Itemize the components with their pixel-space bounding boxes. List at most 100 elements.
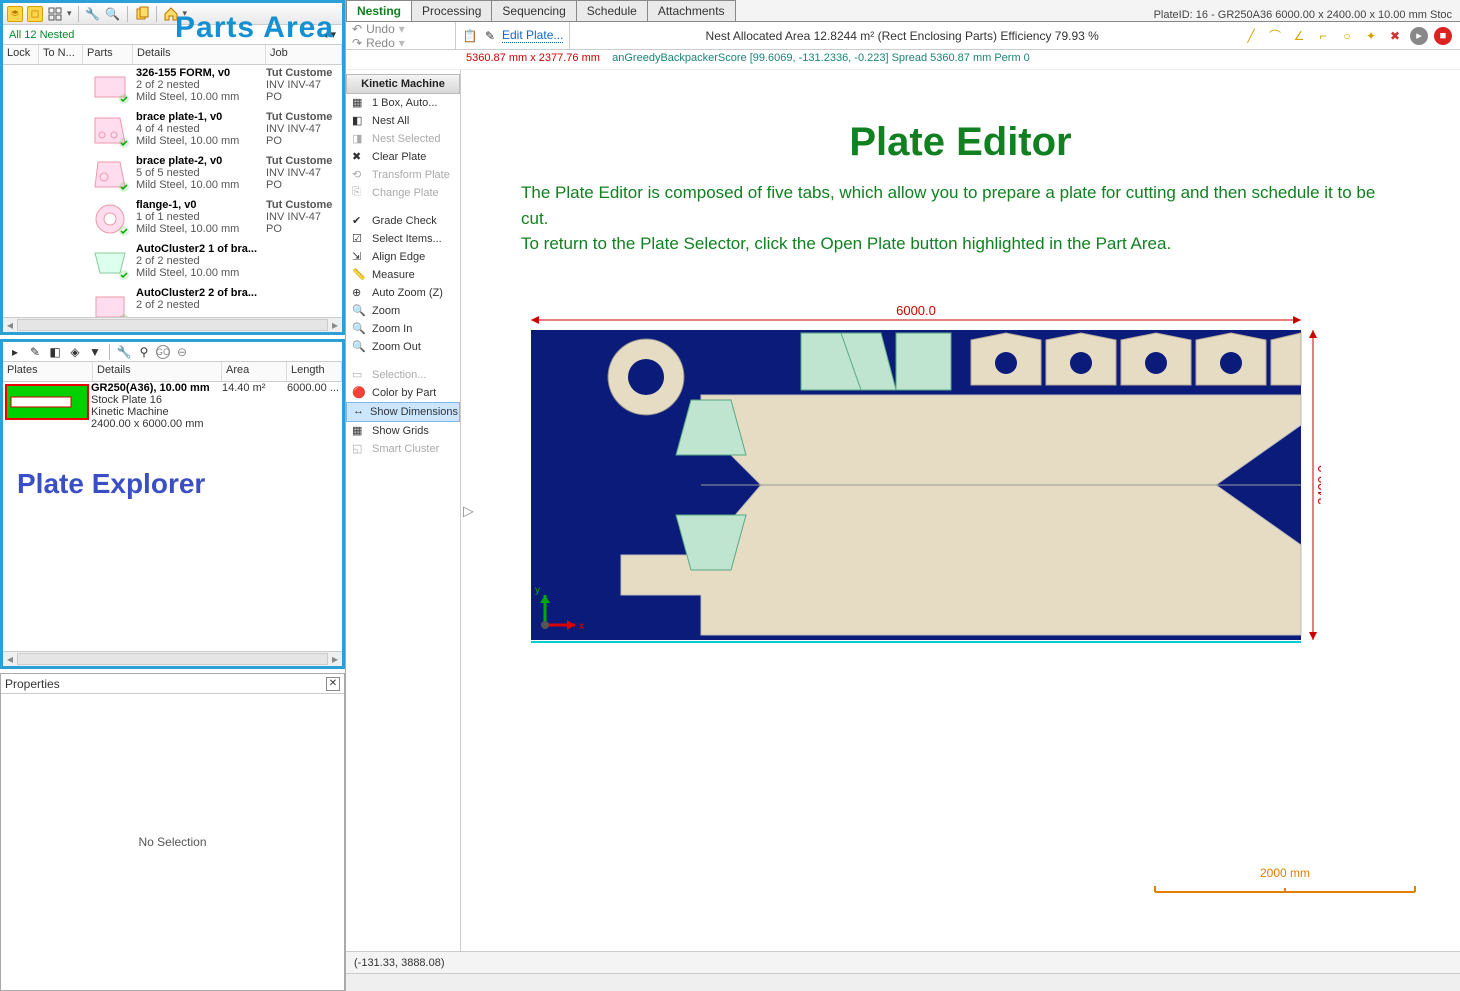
tool-show-dimensions[interactable]: ↔Show Dimensions <box>346 402 460 422</box>
part-thumb <box>87 287 132 317</box>
tab-attachments[interactable]: Attachments <box>647 0 736 21</box>
pencil-icon[interactable]: ✎ <box>27 344 43 360</box>
circle-tool-icon[interactable]: ○ <box>1338 27 1356 45</box>
cursor-coords: (-131.33, 3888.08) <box>354 957 445 969</box>
part-details: flange-1, v01 of 1 nestedMild Steel, 10.… <box>136 199 266 239</box>
expand-icon[interactable]: ▸ <box>7 344 23 360</box>
tool-auto-zoom-z[interactable]: ⊕Auto Zoom (Z) <box>346 284 460 302</box>
col-lock[interactable]: Lock <box>3 45 39 64</box>
edit-plate-button[interactable]: 📋 ✎ Edit Plate... <box>456 22 570 49</box>
shapes-icon[interactable]: ◧ <box>47 344 63 360</box>
col-length[interactable]: Length <box>287 362 342 381</box>
list-item[interactable]: brace plate-1, v04 of 4 nestedMild Steel… <box>3 109 342 153</box>
tool-icon: ⊕ <box>352 286 366 300</box>
properties-body: No Selection <box>1 694 344 990</box>
stop-button[interactable]: ■ <box>1434 27 1452 45</box>
tool-measure[interactable]: 📏Measure <box>346 266 460 284</box>
plate-list[interactable]: GR250(A36), 10.00 mm Stock Plate 16 Kine… <box>3 382 342 651</box>
properties-title: Properties <box>5 677 60 691</box>
col-area[interactable]: Area <box>222 362 287 381</box>
tool-icon: ☑ <box>352 232 366 246</box>
tool-icon: ▦ <box>352 424 366 438</box>
angle-tool-icon[interactable]: ∠ <box>1290 27 1308 45</box>
tool-icon: ▭ <box>352 368 366 382</box>
undo-button[interactable]: ↶Undo ▾ <box>352 22 449 36</box>
tool-1-box-auto[interactable]: ▦1 Box, Auto... <box>346 94 460 112</box>
filter-icon[interactable]: ▼ <box>87 344 103 360</box>
go-icon[interactable]: GO <box>156 345 170 359</box>
part-job: Tut CustomeINV INV-47PO <box>266 155 342 195</box>
tool-clear-plate[interactable]: ✖Clear Plate <box>346 148 460 166</box>
list-item[interactable]: 326-155 FORM, v02 of 2 nestedMild Steel,… <box>3 65 342 109</box>
tool-color-by-part[interactable]: 🔴Color by Part <box>346 384 460 402</box>
tab-sequencing[interactable]: Sequencing <box>491 0 576 21</box>
part-thumb <box>87 67 132 107</box>
tab-schedule[interactable]: Schedule <box>576 0 648 21</box>
grid-icon[interactable] <box>47 6 63 22</box>
tool-show-grids[interactable]: ▦Show Grids <box>346 422 460 440</box>
layers-icon[interactable] <box>7 6 23 22</box>
corner-tool-icon[interactable]: ⌐ <box>1314 27 1332 45</box>
remove-icon[interactable]: ⊖ <box>174 344 190 360</box>
col-details[interactable]: Details <box>133 45 266 64</box>
editor-tabs: NestingProcessingSequencingScheduleAttac… <box>346 0 1460 22</box>
svg-text:x: x <box>579 621 584 632</box>
close-icon[interactable]: ✕ <box>326 677 340 691</box>
list-item[interactable]: AutoCluster2 1 of bra...2 of 2 nestedMil… <box>3 241 342 285</box>
part-details: brace plate-2, v05 of 5 nestedMild Steel… <box>136 155 266 195</box>
part-thumb <box>87 199 132 239</box>
plate-id-title: PlateID: 16 - GR250A36 6000.00 x 2400.00… <box>1146 9 1460 21</box>
collapse-arrow-icon[interactable]: ▷ <box>463 502 474 519</box>
tool-align-edge[interactable]: ⇲Align Edge <box>346 248 460 266</box>
tool-tree-header[interactable]: Kinetic Machine <box>346 74 460 94</box>
tool-grade-check[interactable]: ✔Grade Check <box>346 212 460 230</box>
tag-icon[interactable]: ◈ <box>67 344 83 360</box>
tool-zoom[interactable]: 🔍Zoom <box>346 302 460 320</box>
tool-zoom-out[interactable]: 🔍Zoom Out <box>346 338 460 356</box>
parts-area-panel: Parts Area ▾ 🔧 🔍 ▾ All 12 Nested ◂ ▾ <box>0 0 345 335</box>
line-tool-icon[interactable]: ╱ <box>1242 27 1260 45</box>
tool-nest-all[interactable]: ◧Nest All <box>346 112 460 130</box>
link-icon[interactable]: ⚲ <box>136 344 152 360</box>
col-ton[interactable]: To N... <box>39 45 83 64</box>
wrench-icon[interactable]: 🔧 <box>116 344 132 360</box>
plate-explorer-toolbar: ▸ ✎ ◧ ◈ ▼ 🔧 ⚲ GO ⊖ <box>3 342 342 362</box>
col-job[interactable]: Job <box>266 45 342 64</box>
col-plates[interactable]: Plates <box>3 362 93 381</box>
copy-icon[interactable] <box>134 6 150 22</box>
tab-processing[interactable]: Processing <box>411 0 492 21</box>
table-row[interactable]: GR250(A36), 10.00 mm Stock Plate 16 Kine… <box>3 382 342 430</box>
arc-tool-icon[interactable]: ⌒ <box>1266 27 1284 45</box>
list-item[interactable]: brace plate-2, v05 of 5 nestedMild Steel… <box>3 153 342 197</box>
part-thumb <box>87 243 132 283</box>
col-details[interactable]: Details <box>93 362 222 381</box>
tool-select-items[interactable]: ☑Select Items... <box>346 230 460 248</box>
tool-zoom-in[interactable]: 🔍Zoom In <box>346 320 460 338</box>
redo-button[interactable]: ↷Redo ▾ <box>352 36 449 50</box>
horizontal-scrollbar[interactable]: ◂▸ <box>3 317 342 332</box>
delete-tool-icon[interactable]: ✖ <box>1386 27 1404 45</box>
part-thumb <box>87 155 132 195</box>
col-parts[interactable]: Parts <box>83 45 133 64</box>
forward-button[interactable]: ▸ <box>1410 27 1428 45</box>
nest-info-label: Nest Allocated Area 12.8244 m² (Rect Enc… <box>570 29 1234 43</box>
point-tool-icon[interactable]: ✦ <box>1362 27 1380 45</box>
list-item[interactable]: AutoCluster2 2 of bra...2 of 2 nested <box>3 285 342 317</box>
wrench-icon[interactable]: 🔧 <box>85 6 101 22</box>
tool-icon: ⟲ <box>352 168 366 182</box>
bottom-scrollbar[interactable] <box>346 973 1460 991</box>
stack-icon[interactable] <box>27 6 43 22</box>
svg-text:y: y <box>535 585 540 596</box>
part-job <box>266 287 342 317</box>
parts-list[interactable]: 326-155 FORM, v02 of 2 nestedMild Steel,… <box>3 65 342 317</box>
horizontal-scrollbar[interactable]: ◂▸ <box>3 651 342 666</box>
dropdown-arrow[interactable]: ▾ <box>67 8 72 19</box>
plate-table-header: Plates Details Area Length <box>3 362 342 382</box>
plate-details: GR250(A36), 10.00 mm Stock Plate 16 Kine… <box>91 382 222 430</box>
search-icon[interactable]: 🔍 <box>105 6 121 22</box>
list-item[interactable]: flange-1, v01 of 1 nestedMild Steel, 10.… <box>3 197 342 241</box>
plate-canvas[interactable]: ▷ Plate Editor The Plate Editor is compo… <box>461 70 1460 951</box>
part-details: 326-155 FORM, v02 of 2 nestedMild Steel,… <box>136 67 266 107</box>
tab-nesting[interactable]: Nesting <box>346 0 412 21</box>
note-icon: 📋 <box>462 28 478 44</box>
